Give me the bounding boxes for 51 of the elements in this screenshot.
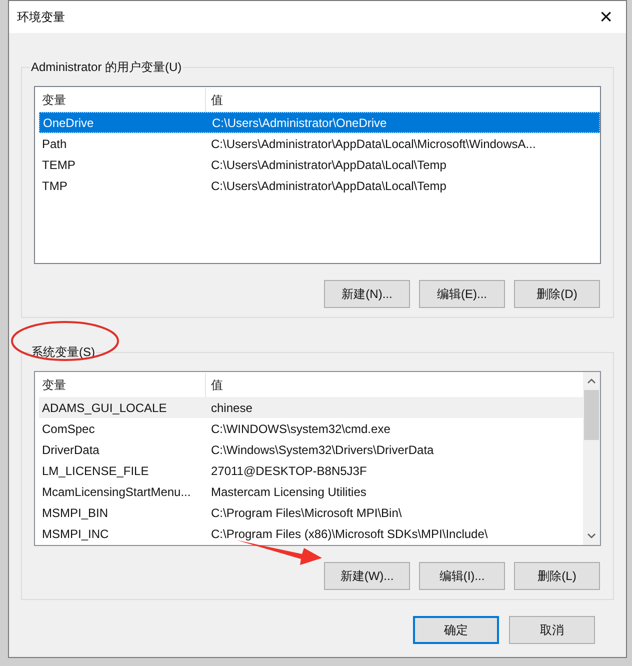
- variable-name: DriverData: [41, 442, 100, 458]
- dialog-button[interactable]: 取消: [509, 616, 595, 644]
- scroll-down-icon[interactable]: [587, 533, 596, 539]
- variable-value: 27011@DESKTOP-B8N5J3F: [210, 462, 367, 480]
- variable-row[interactable]: TMP C:\Users\Administrator\AppData\Local\Temp: [39, 175, 600, 196]
- variable-row[interactable]: McamLicensingStartMenu... Mastercam Licensing Utilities: [39, 481, 583, 502]
- column-header[interactable]: 值: [206, 373, 223, 397]
- variable-name: ADAMS_GUI_LOCALE: [41, 400, 168, 416]
- dialog-button[interactable]: 编辑(E)...: [419, 280, 505, 308]
- variable-row[interactable]: MSMPI_BIN C:\Program Files\Microsoft MPI\Bin\: [39, 502, 583, 523]
- dialog-button[interactable]: 删除(L): [514, 562, 600, 590]
- variable-row[interactable]: ComSpec C:\WINDOWS\system32\cmd.exe: [39, 418, 583, 439]
- variable-name: TEMP: [41, 156, 76, 174]
- variable-list[interactable]: [34, 371, 601, 546]
- variable-name: LM_LICENSE_FILE: [41, 462, 150, 480]
- variable-name: MSMPI_BIN: [41, 504, 110, 522]
- variable-value: C:\Program Files\Microsoft MPI\Bin\: [210, 504, 402, 522]
- variable-value: C:\WINDOWS\system32\cmd.exe: [210, 420, 390, 438]
- dialog-button[interactable]: 确定: [413, 616, 499, 644]
- variable-name: MSMPI_INC: [41, 526, 110, 542]
- variable-value: C:\Program Files (x86)\Microsoft SDKs\MPI\Include\: [210, 526, 488, 542]
- variable-name: OneDrive: [42, 114, 95, 132]
- group-label: Administrator 的用户变量(U): [30, 58, 183, 76]
- dialog-button[interactable]: 删除(D): [514, 280, 600, 308]
- variable-value: Mastercam Licensing Utilities: [210, 484, 366, 500]
- variable-row[interactable]: DriverData C:\Windows\System32\Drivers\DriverData: [39, 439, 583, 460]
- dialog-button[interactable]: 编辑(I)...: [419, 562, 505, 590]
- variable-row[interactable]: ADAMS_GUI_LOCALE chinese: [39, 397, 583, 418]
- variable-row[interactable]: TEMP C:\Users\Administrator\AppData\Local\Temp: [39, 154, 600, 175]
- variable-value: C:\Windows\System32\Drivers\DriverData: [210, 442, 434, 458]
- variable-name: TMP: [41, 178, 68, 194]
- close-button[interactable]: ×: [586, 2, 626, 32]
- variable-value: C:\Users\Administrator\AppData\Local\Temp: [210, 178, 446, 194]
- column-header[interactable]: 值: [206, 88, 223, 112]
- scrollbar[interactable]: [583, 372, 600, 545]
- scroll-up-icon[interactable]: [587, 378, 596, 384]
- dialog-button[interactable]: 新建(W)...: [324, 562, 410, 590]
- variable-row[interactable]: MSMPI_INC C:\Program Files (x86)\Microsoft SDKs\MPI\Include\: [39, 523, 583, 544]
- scroll-thumb[interactable]: [584, 390, 599, 440]
- dialog-button[interactable]: 新建(N)...: [324, 280, 410, 308]
- variable-row[interactable]: OneDrive C:\Users\Administrator\OneDrive: [39, 112, 600, 133]
- window-title: 环境变量: [17, 9, 65, 26]
- variable-value: C:\Users\Administrator\AppData\Local\Temp: [210, 156, 446, 174]
- variable-row[interactable]: LM_LICENSE_FILE 27011@DESKTOP-B8N5J3F: [39, 460, 583, 481]
- variable-value: chinese: [210, 400, 252, 416]
- variable-name: McamLicensingStartMenu...: [41, 484, 192, 500]
- variable-name: Path: [41, 136, 68, 152]
- variable-value: C:\Users\Administrator\OneDrive: [211, 114, 387, 132]
- variable-row[interactable]: Path C:\Users\Administrator\AppData\Local\Microsoft\WindowsA...: [39, 133, 600, 154]
- variable-value: C:\Users\Administrator\AppData\Local\Microsoft\WindowsA...: [210, 136, 536, 152]
- variable-name: ComSpec: [41, 420, 96, 438]
